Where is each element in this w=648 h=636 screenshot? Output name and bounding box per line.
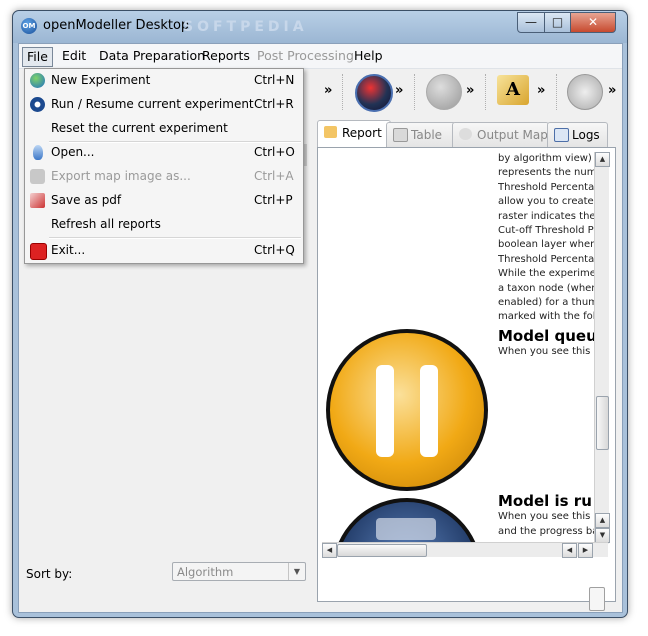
menu-bar: File Edit Data Preparation Reports Post … [19,44,622,69]
minimize-button[interactable]: — [517,12,545,33]
toolbar-separator [556,74,558,110]
tab-report[interactable]: Report [317,120,391,147]
menu-item-reset-experiment[interactable]: Reset the current experiment [27,117,301,140]
menu-item-export-map-image[interactable]: Export map image as... Ctrl+A [27,165,301,188]
tab-logs-label: Logs [572,128,600,142]
output-map-icon [459,128,472,140]
report-icon [324,126,337,138]
table-icon [393,128,408,142]
scroll-up-button[interactable]: ▲ [595,513,610,528]
toolbar-expand-arrow[interactable]: » [466,83,474,98]
tab-table[interactable]: Table [386,122,456,147]
horizontal-scrollbar[interactable]: ◀ ◀ ▶ [322,542,608,558]
menu-post-processing[interactable]: Post Processing [253,47,358,65]
toolbar-separator [485,74,487,110]
scroll-left-button[interactable]: ◀ [562,543,577,558]
report-line: represents the numb [498,167,598,179]
report-line: raster indicates the [498,210,596,222]
report-line: by algorithm view) w [498,153,598,164]
model-globe-icon[interactable] [355,74,393,112]
toolbar-separator [342,74,344,110]
report-viewer[interactable]: by algorithm view) w represents the numb… [317,147,616,602]
title-bar[interactable]: OM openModeller Desktop SOFTPEDIA — □ ✕ [13,11,627,43]
toolbar-expand-arrow[interactable]: » [537,83,545,98]
scroll-left-button[interactable]: ◀ [322,543,337,558]
toolbar-expand-arrow[interactable]: » [324,83,332,98]
window-title: openModeller Desktop [43,18,190,33]
model-queued-pause-icon [326,329,488,491]
report-line: Threshold Percentag [498,181,598,193]
report-panel: Report Table Output Map Logs by algorith… [315,120,617,606]
pdf-icon [30,193,45,208]
scroll-down-button[interactable]: ▼ [595,528,610,543]
report-line: While the experimen [498,268,598,280]
layer-text-icon[interactable]: A [497,75,529,105]
exit-icon [30,243,47,260]
sort-by-value: Algorithm [177,565,234,579]
scroll-right-button[interactable]: ▶ [578,543,593,558]
app-logo-icon[interactable]: OM [21,18,37,34]
menu-item-exit[interactable]: Exit... Ctrl+Q [27,239,301,262]
toolbar-expand-arrow[interactable]: » [608,83,616,98]
toolbar-separator [414,74,416,110]
scroll-up-button[interactable]: ▲ [595,152,610,167]
disabled-cluster-icon[interactable] [426,74,462,110]
menu-file[interactable]: File [22,47,53,67]
report-line: and the progress ba [498,525,598,537]
scrollbar-thumb[interactable] [596,396,609,450]
vertical-scrollbar[interactable]: ▲ ▲ ▼ [594,152,610,544]
maximize-button[interactable]: □ [544,12,571,33]
menu-edit[interactable]: Edit [58,47,90,65]
menu-item-new-experiment[interactable]: New Experiment Ctrl+N [27,69,301,92]
watermark-text: SOFTPEDIA [183,19,308,35]
open-icon [33,145,43,160]
report-line: Threshold Percentag [498,253,598,265]
report-heading-model-running: Model is ru [498,491,592,510]
tab-logs[interactable]: Logs [547,122,608,147]
report-line: marked with the follo [498,311,598,323]
tab-output-map-label: Output Map [477,128,548,142]
report-text: by algorithm view) w represents the numb… [498,152,598,539]
close-button[interactable]: ✕ [570,12,616,33]
chevron-down-icon[interactable]: ▼ [288,563,305,580]
menu-item-open[interactable]: Open... Ctrl+O [27,141,301,164]
toolbar-expand-arrow[interactable]: » [395,83,403,98]
menu-reports[interactable]: Reports [198,47,254,65]
report-line: Cut-off Threshold Pe [498,225,598,237]
menu-item-refresh-reports[interactable]: Refresh all reports [27,213,301,236]
model-running-icon [332,498,482,542]
report-line: When you see this ic [498,346,598,358]
camera-icon[interactable] [567,74,603,110]
menu-item-save-as-pdf[interactable]: Save as pdf Ctrl+P [27,189,301,212]
sort-by-label: Sort by: [26,567,73,581]
report-line: enabled) for a thumb [498,297,598,309]
scrollbar-thumb[interactable] [337,544,427,557]
menu-help[interactable]: Help [350,47,387,65]
file-menu: New Experiment Ctrl+N Run / Resume curre… [24,68,304,264]
run-icon [30,97,45,112]
sort-by-select[interactable]: Algorithm ▼ [172,562,306,581]
tab-table-label: Table [411,128,443,142]
status-progress-indicator [589,587,605,611]
globe-icon [30,73,45,88]
menu-item-run-resume[interactable]: Run / Resume current experiment Ctrl+R [27,93,301,116]
tab-output-map[interactable]: Output Map [452,122,549,147]
status-bar [19,585,622,611]
export-icon [30,169,45,184]
report-heading-model-queued: Model queu [498,326,597,345]
report-line: boolean layer where [498,239,598,251]
report-line: allow you to create a [498,196,598,208]
report-line: When you see this ic [498,511,598,523]
logs-icon [554,128,569,142]
tab-report-label: Report [342,126,382,140]
report-line: a taxon node (when [498,282,598,294]
menu-data-preparation[interactable]: Data Preparation [95,47,209,65]
